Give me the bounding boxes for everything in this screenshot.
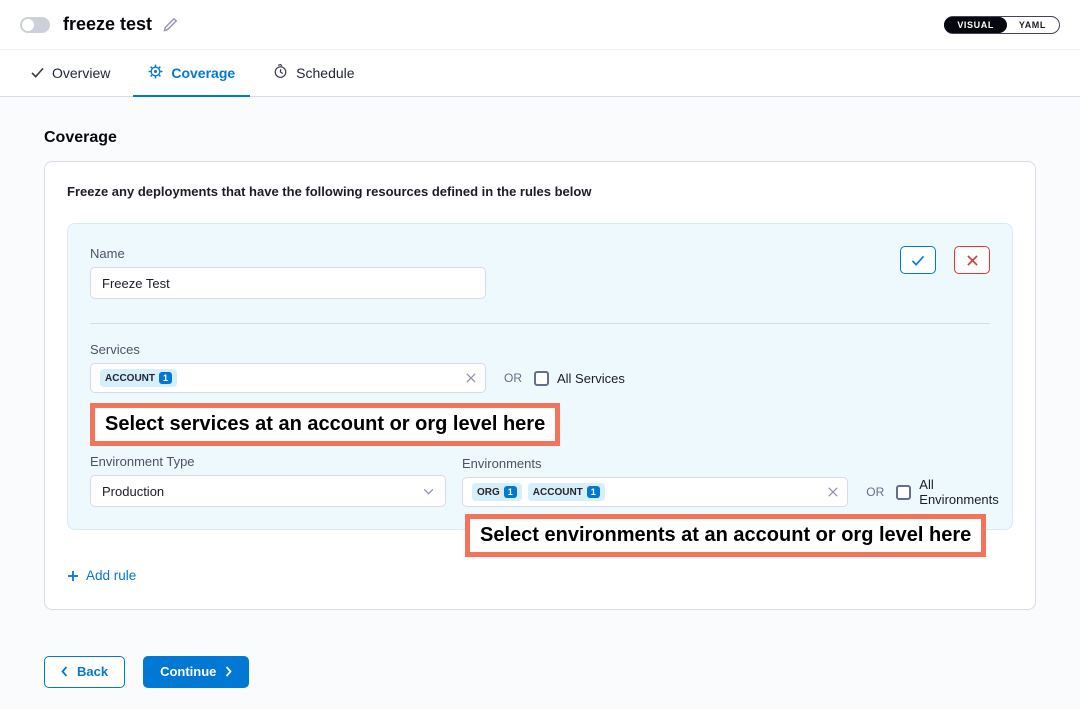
services-label: Services xyxy=(90,342,990,357)
tab-schedule-label: Schedule xyxy=(296,65,354,81)
chevron-down-icon xyxy=(423,488,434,495)
all-environments-checkbox-wrap[interactable]: All Environments xyxy=(896,477,1012,507)
rule-name-row: Name xyxy=(90,246,990,299)
environments-field: Environments ORG 1 ACCOUNT 1 xyxy=(462,456,1012,507)
visual-toggle-button[interactable]: VISUAL xyxy=(944,17,1007,33)
delete-rule-button[interactable] xyxy=(954,246,990,274)
gear-icon xyxy=(148,64,163,82)
plus-icon xyxy=(67,570,79,582)
toggle-knob xyxy=(22,19,34,31)
environments-label: Environments xyxy=(462,456,1012,471)
page-title: freeze test xyxy=(63,14,152,35)
environment-tag-org[interactable]: ORG 1 xyxy=(472,483,522,501)
environment-type-value: Production xyxy=(102,484,164,499)
rule-name-input[interactable] xyxy=(90,267,486,299)
schedule-clock-icon xyxy=(273,64,288,82)
services-clear-icon[interactable] xyxy=(466,373,476,383)
back-button-label: Back xyxy=(77,664,108,679)
service-tag[interactable]: ACCOUNT 1 xyxy=(100,369,177,387)
add-rule-label: Add rule xyxy=(86,568,136,583)
check-icon xyxy=(31,65,44,81)
environment-tag-account[interactable]: ACCOUNT 1 xyxy=(528,483,605,501)
add-rule-button[interactable]: Add rule xyxy=(67,568,136,583)
environments-multiselect[interactable]: ORG 1 ACCOUNT 1 xyxy=(462,477,848,507)
back-button[interactable]: Back xyxy=(44,656,125,688)
environment-row: Environment Type Production Environments… xyxy=(90,454,990,507)
freeze-enabled-toggle[interactable] xyxy=(20,17,50,33)
header: freeze test VISUAL YAML xyxy=(0,0,1080,50)
yaml-toggle-button[interactable]: YAML xyxy=(1006,18,1059,32)
chevron-left-icon xyxy=(61,666,68,677)
environment-tag-org-count-badge: 1 xyxy=(504,486,517,498)
all-environments-checkbox[interactable] xyxy=(896,485,911,500)
continue-button[interactable]: Continue xyxy=(143,656,249,688)
environment-type-dropdown[interactable]: Production xyxy=(90,475,446,507)
services-multiselect[interactable]: ACCOUNT 1 xyxy=(90,363,486,393)
services-or-label: OR xyxy=(504,371,522,385)
visual-yaml-toggle: VISUAL YAML xyxy=(944,16,1060,34)
tab-overview[interactable]: Overview xyxy=(16,50,125,96)
all-environments-label: All Environments xyxy=(919,477,1012,507)
main-content: Coverage Freeze any deployments that hav… xyxy=(0,97,1080,709)
service-tag-label: ACCOUNT xyxy=(105,373,155,384)
environments-or-label: OR xyxy=(866,485,884,499)
coverage-card: Freeze any deployments that have the fol… xyxy=(44,161,1036,610)
all-services-label: All Services xyxy=(557,371,625,386)
coverage-section-title: Coverage xyxy=(44,129,1036,147)
tab-coverage-label: Coverage xyxy=(171,65,235,81)
services-field: Services ACCOUNT 1 OR xyxy=(90,342,990,393)
services-annotation-callout: Select services at an account or org lev… xyxy=(90,403,560,446)
tab-overview-label: Overview xyxy=(52,65,110,81)
tab-schedule[interactable]: Schedule xyxy=(258,50,369,96)
environment-tag-org-label: ORG xyxy=(477,487,500,498)
divider xyxy=(90,323,990,324)
continue-button-label: Continue xyxy=(160,664,216,679)
environment-type-field: Environment Type Production xyxy=(90,454,446,507)
environments-clear-icon[interactable] xyxy=(828,487,838,497)
tab-coverage[interactable]: Coverage xyxy=(133,50,250,96)
all-services-checkbox-wrap[interactable]: All Services xyxy=(534,371,625,386)
edit-title-icon[interactable] xyxy=(162,16,179,33)
all-services-checkbox[interactable] xyxy=(534,371,549,386)
environment-tag-account-label: ACCOUNT xyxy=(533,487,583,498)
tab-bar: Overview Coverage xyxy=(0,50,1080,97)
confirm-rule-button[interactable] xyxy=(900,246,936,274)
rule-editor-panel: Name Services xyxy=(67,223,1013,530)
name-label: Name xyxy=(90,246,486,261)
rule-name-field: Name xyxy=(90,246,486,299)
chevron-right-icon xyxy=(225,666,232,677)
wizard-footer: Back Continue xyxy=(44,656,1036,688)
coverage-description: Freeze any deployments that have the fol… xyxy=(67,184,1013,199)
environment-type-label: Environment Type xyxy=(90,454,446,469)
environment-tag-account-count-badge: 1 xyxy=(587,486,600,498)
freeze-studio-window: freeze test VISUAL YAML Overview xyxy=(0,0,1080,709)
rule-actions xyxy=(900,246,990,274)
environments-annotation-callout: Select environments at an account or org… xyxy=(465,514,986,557)
service-tag-count-badge: 1 xyxy=(159,372,172,384)
